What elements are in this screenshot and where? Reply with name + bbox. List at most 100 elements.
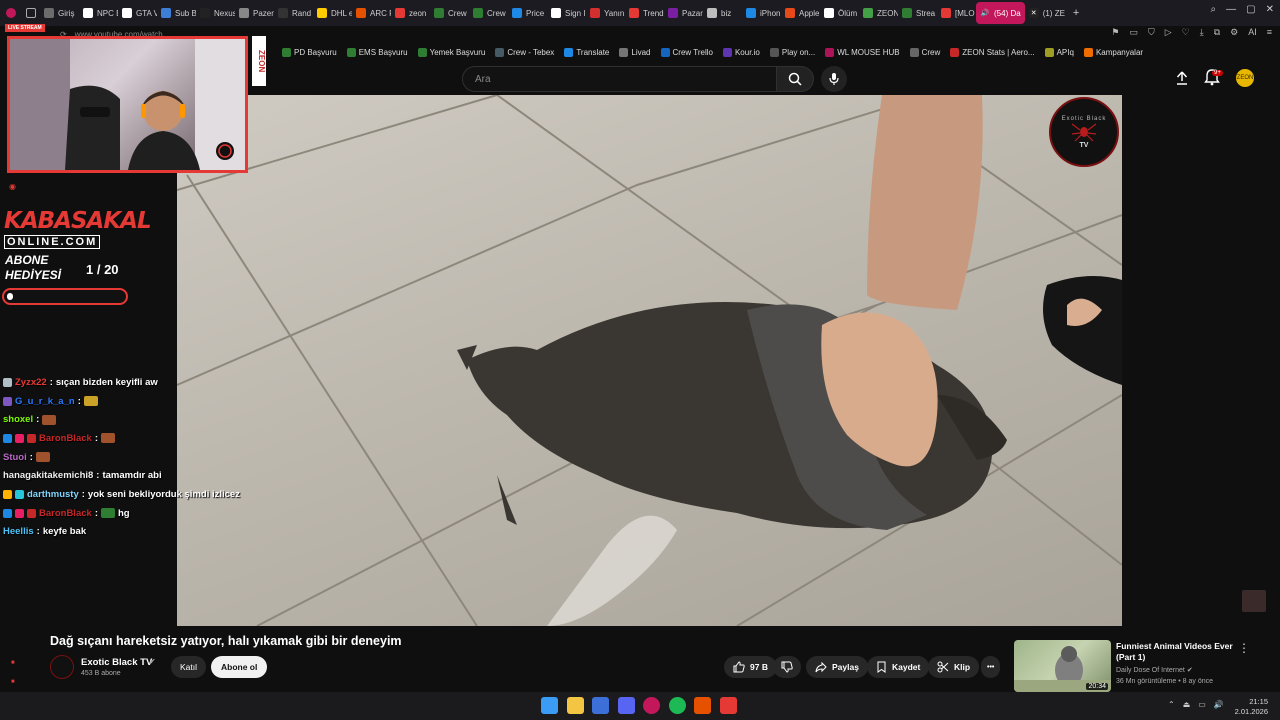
bookmark-item[interactable]: Crew - Tebex bbox=[495, 47, 554, 57]
play-icon[interactable]: ▷ bbox=[1165, 27, 1172, 38]
browser-tab[interactable]: [MLO bbox=[937, 2, 976, 24]
monitor-icon[interactable]: ▭ bbox=[1198, 700, 1206, 709]
browser-tab[interactable]: Crew bbox=[430, 2, 469, 24]
recommended-title[interactable]: Funniest Animal Videos Ever (Part 1) bbox=[1116, 641, 1236, 663]
chevron-up-icon[interactable]: ⌃ bbox=[1168, 700, 1175, 709]
browser-tab[interactable]: Strea bbox=[898, 2, 937, 24]
bookmark-label: Crew bbox=[921, 47, 941, 57]
settings-icon[interactable]: ⚙ bbox=[1230, 27, 1238, 38]
mic-icon bbox=[829, 73, 839, 85]
channel-watermark[interactable]: Exotic Black TV bbox=[1049, 97, 1119, 167]
minimize-icon[interactable]: — bbox=[1226, 4, 1236, 15]
opera-menu-button[interactable] bbox=[0, 2, 22, 24]
download-icon[interactable]: ⤓ bbox=[1200, 27, 1204, 38]
browser-tab[interactable]: zeon bbox=[391, 2, 430, 24]
browser-tab[interactable]: Trend bbox=[625, 2, 664, 24]
create-button[interactable] bbox=[1174, 70, 1190, 91]
browser-tab[interactable]: Ölüm bbox=[820, 2, 859, 24]
browser-tab[interactable]: Giriş bbox=[40, 2, 79, 24]
browser-tab[interactable]: DHL e bbox=[313, 2, 352, 24]
search-input[interactable]: Ara bbox=[462, 66, 778, 92]
save-button[interactable]: Kaydet bbox=[867, 656, 930, 678]
recommended-menu-icon[interactable]: ⋮ bbox=[1238, 641, 1250, 655]
like-button[interactable]: 97 B bbox=[724, 656, 777, 678]
browser-tab[interactable]: Pazen bbox=[235, 2, 274, 24]
taskbar-app-app-orange-icon[interactable] bbox=[694, 697, 711, 714]
taskbar-clock[interactable]: 21:15 2.01.2026 bbox=[1235, 697, 1268, 717]
bookmark-item[interactable]: Livad bbox=[619, 47, 651, 57]
chat-badge-icon bbox=[3, 489, 12, 499]
browser-tab[interactable]: Nexus bbox=[196, 2, 235, 24]
tab-manager-icon[interactable] bbox=[22, 2, 40, 24]
taskbar-app-opera-icon[interactable] bbox=[643, 697, 660, 714]
bookmark-item[interactable]: Translate bbox=[564, 47, 609, 57]
share-button[interactable]: Paylaş bbox=[806, 656, 868, 678]
browser-tab[interactable]: Crew bbox=[469, 2, 508, 24]
browser-tab[interactable]: Apple bbox=[781, 2, 820, 24]
bookmark-item[interactable]: APIq bbox=[1044, 47, 1074, 57]
subscribe-button[interactable]: Abone ol bbox=[211, 656, 268, 678]
clip-button[interactable]: Klip bbox=[928, 656, 980, 678]
browser-tab-label: [MLO bbox=[955, 8, 975, 18]
bookmark-item[interactable]: WL MOUSE HUB bbox=[825, 47, 900, 57]
video-player[interactable] bbox=[177, 95, 1122, 626]
bookmark-icon[interactable]: ⚑ bbox=[1111, 27, 1119, 38]
volume-icon[interactable]: 🔊 bbox=[1214, 700, 1224, 709]
taskbar-app-discord-icon[interactable] bbox=[617, 697, 635, 714]
menu-icon[interactable]: ≡ bbox=[1267, 27, 1272, 38]
browser-tab[interactable]: ZEON bbox=[859, 2, 898, 24]
tab-favicon-icon bbox=[395, 8, 405, 18]
side-thumbnail[interactable] bbox=[1242, 590, 1266, 612]
browser-tab[interactable]: ARC F bbox=[352, 2, 391, 24]
cast-icon[interactable]: ▭ bbox=[1129, 27, 1138, 38]
system-tray: ⌃ ⏏ ▭ 🔊 bbox=[1168, 700, 1224, 709]
browser-tab[interactable]: Rand bbox=[274, 2, 313, 24]
bookmark-item[interactable]: Yemek Başvuru bbox=[417, 47, 485, 57]
bookmark-item[interactable]: ZEON Stats | Aero... bbox=[950, 47, 1035, 57]
voice-search-button[interactable] bbox=[821, 66, 847, 92]
taskbar-app-start-icon[interactable] bbox=[541, 697, 558, 714]
browser-tab-label: Apple bbox=[799, 8, 820, 18]
browser-tab[interactable]: Yanın bbox=[586, 2, 625, 24]
clip-label: Klip bbox=[954, 662, 971, 672]
bookmark-item[interactable]: PD Başvuru bbox=[282, 47, 337, 57]
recommended-thumbnail[interactable]: 20:34 bbox=[1014, 640, 1111, 692]
taskbar-app-spotify-icon[interactable] bbox=[668, 697, 686, 714]
browser-tab[interactable]: NPC B bbox=[79, 2, 118, 24]
bookmark-item[interactable]: Crew Trello bbox=[660, 47, 713, 57]
tab-x[interactable]: ✕ (1) ZE bbox=[1025, 2, 1069, 24]
close-icon[interactable]: ✕ bbox=[1266, 4, 1274, 15]
shield-icon[interactable]: ⛉ bbox=[1148, 27, 1155, 38]
browser-tab[interactable]: Pazar bbox=[664, 2, 703, 24]
ai-icon[interactable]: AI bbox=[1248, 27, 1257, 38]
bookmark-item[interactable]: Kampanyalar bbox=[1083, 47, 1143, 57]
channel-avatar[interactable] bbox=[50, 655, 74, 679]
channel-name[interactable]: Exotic Black TV bbox=[81, 657, 152, 668]
browser-tab[interactable]: GTA V bbox=[118, 2, 157, 24]
browser-tab[interactable]: Price bbox=[508, 2, 547, 24]
taskbar-app-app-red-icon[interactable] bbox=[719, 697, 737, 714]
browser-tab[interactable]: biz bbox=[703, 2, 742, 24]
bookmark-item[interactable]: Play on... bbox=[769, 47, 815, 57]
new-tab-button[interactable]: + bbox=[1069, 2, 1083, 24]
account-avatar[interactable]: ZEON bbox=[1236, 69, 1254, 87]
bookmark-item[interactable]: Kour.io bbox=[722, 47, 760, 57]
dislike-button[interactable] bbox=[773, 656, 801, 678]
browser-tab[interactable]: iPhon bbox=[742, 2, 781, 24]
tab-favicon-icon bbox=[356, 8, 366, 18]
bookmark-item[interactable]: EMS Başvuru bbox=[346, 47, 408, 57]
taskbar-app-app-blue-icon[interactable] bbox=[592, 697, 609, 714]
search-button[interactable] bbox=[776, 66, 814, 92]
maximize-icon[interactable]: ▢ bbox=[1246, 4, 1255, 15]
tab-active[interactable]: 🔊 (54) Da bbox=[976, 2, 1025, 24]
usb-icon[interactable]: ⏏ bbox=[1183, 700, 1191, 709]
join-button[interactable]: Katıl bbox=[171, 656, 207, 678]
taskbar-app-explorer-icon[interactable] bbox=[566, 697, 584, 714]
heart-icon[interactable]: ♡ bbox=[1182, 27, 1190, 38]
browser-tab[interactable]: Sub B bbox=[157, 2, 196, 24]
bookmark-item[interactable]: Crew bbox=[909, 47, 941, 57]
browser-tab[interactable]: Sign I bbox=[547, 2, 586, 24]
extensions-icon[interactable]: ⧉ bbox=[1214, 27, 1220, 38]
search-tabs-icon[interactable]: ⌕ bbox=[1211, 4, 1217, 15]
more-actions-button[interactable]: ••• bbox=[981, 656, 1001, 678]
